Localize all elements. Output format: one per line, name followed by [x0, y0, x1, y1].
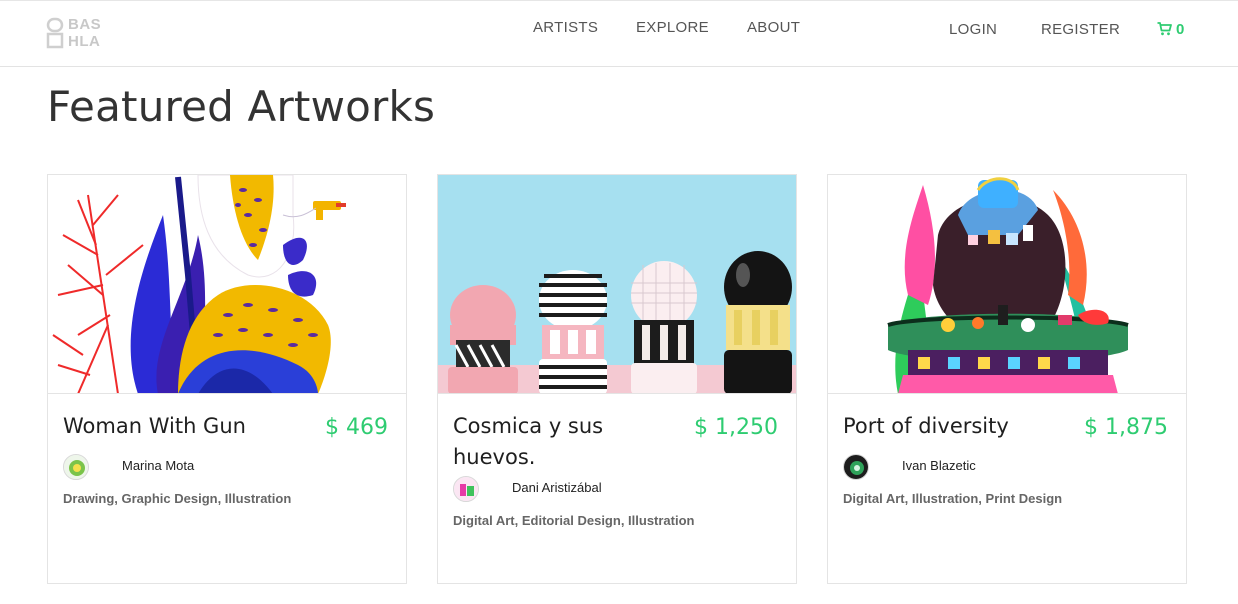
- artist-name[interactable]: Marina Mota: [122, 458, 194, 473]
- artwork-tags: Digital Art, Editorial Design, Illustrat…: [453, 513, 695, 528]
- shopping-cart-icon: [1157, 22, 1172, 36]
- logo-line-1: BAS: [68, 16, 102, 33]
- page-title: Featured Artworks: [47, 82, 436, 131]
- artwork-title[interactable]: Cosmica y sus huevos.: [453, 411, 683, 473]
- artist-avatar[interactable]: [453, 476, 479, 502]
- artwork-image[interactable]: [48, 175, 406, 394]
- artwork-card[interactable]: Woman With Gun $ 469 Marina Mota Drawing…: [47, 174, 407, 584]
- artist-name[interactable]: Ivan Blazetic: [902, 458, 976, 473]
- artwork-price: $ 1,875: [1084, 415, 1168, 440]
- logo-text: BAS HLA: [68, 16, 102, 50]
- artwork-tags: Digital Art, Illustration, Print Design: [843, 491, 1063, 506]
- artwork-image[interactable]: [438, 175, 796, 394]
- bashla-logo[interactable]: BAS HLA: [46, 16, 102, 52]
- site-header: BAS HLA ARTISTS EXPLORE ABOUT LOGIN REGI…: [0, 0, 1238, 67]
- nav-explore-link[interactable]: EXPLORE: [636, 19, 709, 36]
- register-link[interactable]: REGISTER: [1041, 21, 1120, 38]
- artwork-title[interactable]: Port of diversity: [843, 411, 1073, 442]
- artist-avatar[interactable]: [843, 454, 869, 480]
- logo-line-2: HLA: [68, 33, 101, 50]
- artwork-card[interactable]: Cosmica y sus huevos. $ 1,250 Dani Arist…: [437, 174, 797, 584]
- artwork-card[interactable]: Port of diversity $ 1,875 Ivan Blazetic …: [827, 174, 1187, 584]
- artwork-title[interactable]: Woman With Gun: [63, 411, 293, 442]
- artwork-price: $ 1,250: [694, 415, 778, 440]
- artist-avatar[interactable]: [63, 454, 89, 480]
- logo-mark-icon: [46, 17, 64, 49]
- nav-artists-link[interactable]: ARTISTS: [533, 19, 598, 36]
- artwork-image[interactable]: [828, 175, 1186, 394]
- artwork-tags: Drawing, Graphic Design, Illustration: [63, 491, 292, 506]
- login-link[interactable]: LOGIN: [949, 21, 997, 38]
- nav-about-link[interactable]: ABOUT: [747, 19, 800, 36]
- artwork-price: $ 469: [325, 415, 388, 440]
- cart-count: 0: [1176, 21, 1185, 38]
- artist-name[interactable]: Dani Aristizábal: [512, 480, 602, 495]
